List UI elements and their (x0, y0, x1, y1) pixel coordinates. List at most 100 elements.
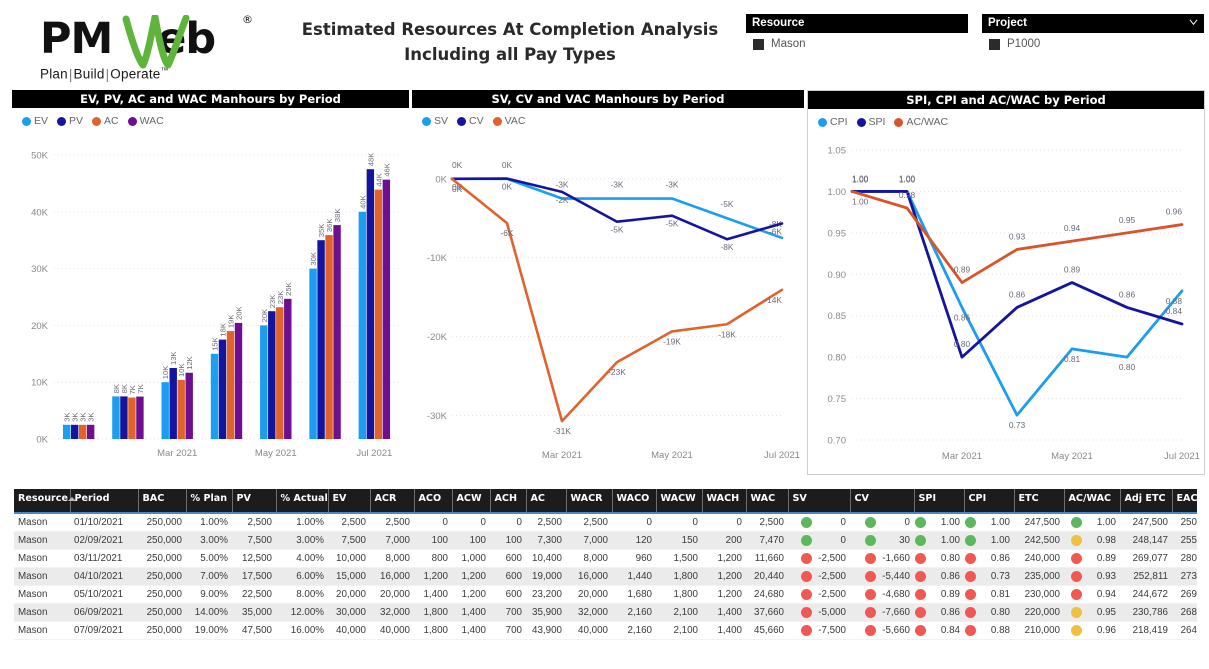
cell-etc: 235,000 (1024, 571, 1060, 582)
svg-text:30K: 30K (309, 252, 318, 266)
status-badge (801, 517, 812, 528)
table-header-row: Resource Period BAC% Plan PV% Actual EV ACR AC… (14, 489, 1197, 513)
cell-wach: 1,200 (717, 571, 742, 582)
slicer-resource-option[interactable]: Mason (746, 33, 968, 50)
svg-text:0.85: 0.85 (828, 311, 847, 322)
cell-waco: 2,160 (627, 625, 652, 636)
column-header--plan[interactable]: % Plan (186, 489, 233, 513)
column-header-acr[interactable]: ACR (370, 489, 415, 513)
cell-resource: Mason (18, 571, 48, 582)
svg-text:10K: 10K (161, 366, 170, 380)
cell-ach: 600 (505, 571, 522, 582)
cell-wach: 1,400 (717, 607, 742, 618)
column-header-ac[interactable]: AC (526, 489, 567, 513)
legend-item-ev[interactable]: EV (22, 115, 48, 127)
column-header-pv[interactable]: PV (232, 489, 277, 513)
cell-value: -4,680 (882, 589, 910, 600)
legend-item-spi[interactable]: SPI (856, 116, 885, 128)
table-row[interactable]: Mason 05/10/2021 250,000 9.00% 22,500 8.00% 20… (14, 586, 1197, 604)
status-badge (915, 625, 926, 636)
checkbox-icon[interactable] (753, 38, 764, 50)
cell-acr: 8,000 (385, 553, 410, 564)
svg-text:-8K: -8K (720, 242, 733, 252)
cell-value: 0.95 (1096, 607, 1116, 618)
column-header--actual[interactable]: % Actual (276, 489, 329, 513)
svg-text:May 2021: May 2021 (1051, 451, 1093, 462)
table-row[interactable]: Mason 03/11/2021 250,000 5.00% 12,500 4.00% 10… (14, 550, 1197, 568)
column-header-sv[interactable]: SV (788, 489, 851, 513)
cell-wac: 24,680 (754, 589, 784, 600)
registered-icon: ® (242, 13, 253, 26)
checkbox-icon[interactable] (989, 38, 1000, 50)
table-row[interactable]: Mason 01/10/2021 250,000 1.00% 2,500 1.00% 2,5… (14, 513, 1197, 532)
cell-eac: 264,079 (1180, 625, 1197, 636)
legend-label: PV (69, 115, 84, 127)
cell-ev: 30,000 (336, 607, 366, 618)
column-header-eac[interactable]: EAC (1172, 489, 1197, 513)
column-header-bac[interactable]: BAC (138, 489, 187, 513)
svg-text:0.90: 0.90 (828, 270, 847, 281)
cell-cv: -5,660 (850, 622, 914, 640)
cell-wach: 200 (725, 535, 742, 546)
column-header-ac-wac[interactable]: AC/WAC (1064, 489, 1121, 513)
status-badge (865, 535, 876, 546)
slicer-resource-header[interactable]: Resource (746, 14, 968, 33)
slicer-project-header[interactable]: Project (982, 14, 1204, 33)
dashboard-root: PMWeb ® Plan|Build|Operate™ Estimated Re… (0, 0, 1209, 669)
column-header-wacr[interactable]: WACR (566, 489, 613, 513)
slicer-project[interactable]: Project P1000 (982, 14, 1204, 50)
chevron-down-icon[interactable] (1189, 18, 1198, 27)
svg-text:1.00: 1.00 (899, 173, 916, 183)
column-header-aco[interactable]: ACO (414, 489, 453, 513)
title-line-2: Including all Pay Types (404, 44, 616, 64)
legend-item-ac[interactable]: AC (92, 115, 119, 127)
table-row[interactable]: Mason 02/09/2021 250,000 3.00% 7,500 3.00% 7,5… (14, 531, 1197, 550)
column-header-etc[interactable]: ETC (1014, 489, 1065, 513)
legend-item-vac[interactable]: VAC (492, 115, 526, 127)
cell-period: 01/10/2021 (74, 517, 124, 528)
table-row[interactable]: Mason 07/09/2021 250,000 19.00% 47,500 16.00%… (14, 622, 1197, 640)
cell-period: 06/09/2021 (74, 607, 124, 618)
legend-item-pv[interactable]: PV (57, 115, 83, 127)
cell-value: 1.00 (990, 517, 1010, 528)
cell-ac: 2,500 (537, 517, 562, 528)
table-body: Mason 01/10/2021 250,000 1.00% 2,500 1.00% 2,5… (14, 513, 1197, 640)
legend-label: VAC (504, 115, 526, 127)
column-header-ev[interactable]: EV (328, 489, 371, 513)
column-header-waco[interactable]: WACO (612, 489, 657, 513)
column-header-wac[interactable]: WAC (746, 489, 789, 513)
cell-acr: 16,000 (380, 571, 410, 582)
column-header-spi[interactable]: SPI (914, 489, 965, 513)
column-header-acw[interactable]: ACW (452, 489, 491, 513)
legend-item-ac-wac[interactable]: AC/WAC (894, 116, 948, 128)
cell-pv: 7,500 (247, 535, 272, 546)
column-header-wach[interactable]: WACH (702, 489, 747, 513)
cell-wacw: 2,100 (673, 625, 698, 636)
svg-text:-3K: -3K (610, 180, 623, 190)
legend-item-sv[interactable]: SV (422, 115, 448, 127)
legend-item-cpi[interactable]: CPI (818, 116, 848, 128)
svg-text:-3K: -3K (665, 180, 678, 190)
table-row[interactable]: Mason 04/10/2021 250,000 7.00% 17,500 6.00% 15… (14, 567, 1197, 586)
cell-pv: 22,500 (242, 589, 272, 600)
table-row[interactable]: Mason 06/09/2021 250,000 14.00% 35,000 12.00%… (14, 603, 1197, 622)
svg-text:0.89: 0.89 (954, 265, 971, 275)
slicer-project-option[interactable]: P1000 (982, 33, 1204, 50)
column-header-ach[interactable]: ACH (490, 489, 527, 513)
column-header-resource[interactable]: Resource (14, 489, 76, 513)
cell-value: 0.81 (990, 589, 1010, 600)
column-header-adj-etc[interactable]: Adj ETC (1120, 489, 1173, 513)
legend-item-cv[interactable]: CV (457, 115, 484, 127)
data-table-wrapper[interactable]: Resource Period BAC% Plan PV% Actual EV ACR AC… (14, 489, 1197, 661)
column-header-cv[interactable]: CV (850, 489, 915, 513)
legend-item-wac[interactable]: WAC (127, 115, 164, 127)
column-header-wacw[interactable]: WACW (656, 489, 703, 513)
legend-dot-icon (818, 117, 827, 127)
slicer-resource[interactable]: Resource Mason (746, 14, 968, 50)
status-badge (965, 553, 976, 564)
cell-ac: 35,900 (532, 607, 562, 618)
cell--plan: 19.00% (194, 625, 228, 636)
column-header-cpi[interactable]: CPI (964, 489, 1015, 513)
column-header-period[interactable]: Period (70, 489, 139, 513)
cell-value: -2,500 (818, 553, 846, 564)
